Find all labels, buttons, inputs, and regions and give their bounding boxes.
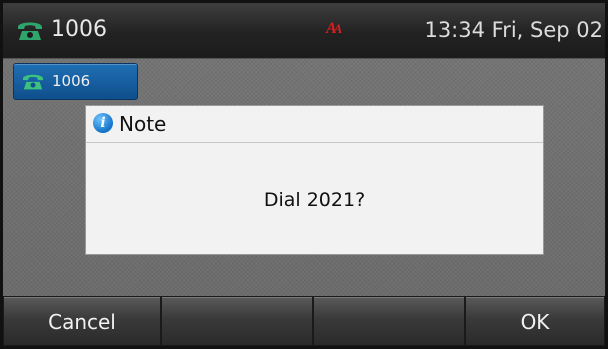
note-dialog: i Note Dial 2021?	[85, 105, 544, 255]
softkey-2[interactable]	[161, 296, 313, 346]
status-icon: AA	[326, 20, 342, 37]
info-icon: i	[93, 113, 113, 133]
cancel-softkey[interactable]: Cancel	[3, 296, 161, 346]
dialog-title: Note	[119, 112, 167, 136]
title-bar: 1006 AA 13:34 Fri, Sep 02	[3, 3, 605, 59]
ok-softkey[interactable]: OK	[465, 296, 605, 346]
softkey-bar: Cancel OK	[3, 296, 605, 346]
phone-handset-icon	[23, 74, 43, 90]
datetime-label: 13:34 Fri, Sep 02	[424, 18, 603, 42]
softkey-3[interactable]	[313, 296, 465, 346]
phone-screen: 1006 AA 13:34 Fri, Sep 02 1006 i Note Di…	[3, 3, 605, 346]
line-key-label: 1006	[52, 72, 91, 90]
line-key-1006[interactable]: 1006	[13, 63, 138, 100]
dialog-message: Dial 2021?	[263, 189, 366, 211]
account-label: 1006	[51, 17, 107, 42]
dialog-title-bar: i Note	[86, 106, 543, 143]
phone-handset-icon	[18, 22, 42, 40]
